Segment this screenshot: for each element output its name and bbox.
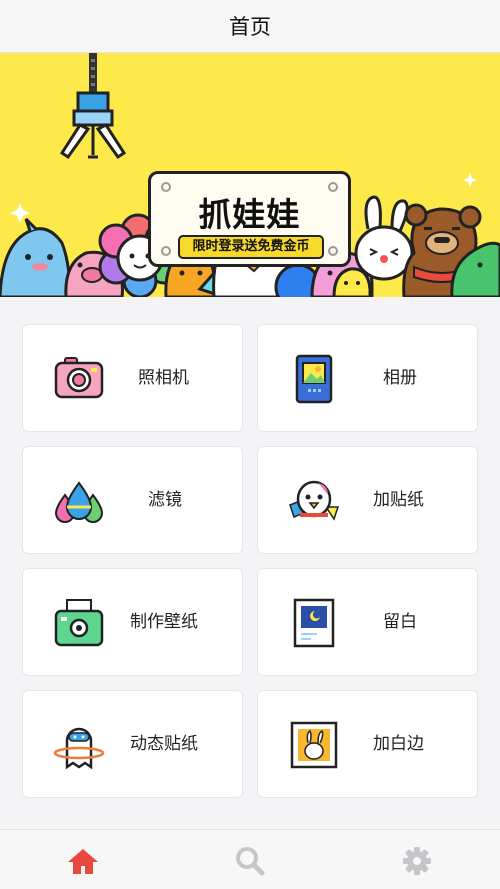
album-icon [295,354,333,404]
filter-drops-icon [54,481,104,523]
dynamic-sticker-icon [53,727,105,770]
header-bar: 首页 [0,0,500,53]
feature-label: 滤镜 [148,490,182,510]
feature-card-filter[interactable]: 滤镜 [22,446,243,554]
gear-icon [403,847,431,875]
claw-icon [59,53,127,160]
feature-card-camera[interactable]: 照相机 [22,324,243,432]
white-border-icon [290,721,338,769]
screw-icon [161,246,171,256]
feature-label: 留白 [383,612,417,632]
feature-card-whitespace[interactable]: 留白 [257,568,478,676]
tab-search[interactable] [233,846,267,876]
rabbit-character [354,195,414,281]
banner-title: 抓娃娃 [198,195,301,234]
feature-label: 照相机 [138,368,189,388]
feature-label: 动态贴纸 [130,734,198,754]
promo-banner[interactable]: 抓娃娃 限时登录送免费金币 [0,53,500,297]
screw-icon [328,246,338,256]
feature-card-dynamic-sticker[interactable]: 动态贴纸 [22,690,243,798]
feature-card-sticker[interactable]: 加贴纸 [257,446,478,554]
home-icon [68,849,98,874]
feature-label: 加贴纸 [373,490,424,510]
feature-card-wallpaper[interactable]: 制作壁纸 [22,568,243,676]
whale-character [0,217,72,297]
whitespace-photo-icon [293,598,335,648]
banner-subtitle: 限时登录送免费金币 [178,235,324,259]
sticker-penguin-icon [289,480,340,521]
search-icon [236,847,265,876]
banner-sign: 抓娃娃 限时登录送免费金币 [148,171,351,267]
camera-icon [54,357,104,399]
feature-grid: 照相机 相册 滤镜 加贴纸 制作壁纸 留白 动态贴纸 加白边 [0,297,500,829]
tab-settings[interactable] [400,846,434,876]
feature-label: 制作壁纸 [130,612,198,632]
feature-card-album[interactable]: 相册 [257,324,478,432]
wallpaper-printer-icon [54,599,104,647]
tab-home[interactable] [66,846,100,876]
feature-label: 加白边 [373,734,424,754]
feature-card-white-border[interactable]: 加白边 [257,690,478,798]
page-title: 首页 [229,15,271,39]
bottom-tab-bar [0,829,500,889]
feature-label: 相册 [383,368,417,388]
